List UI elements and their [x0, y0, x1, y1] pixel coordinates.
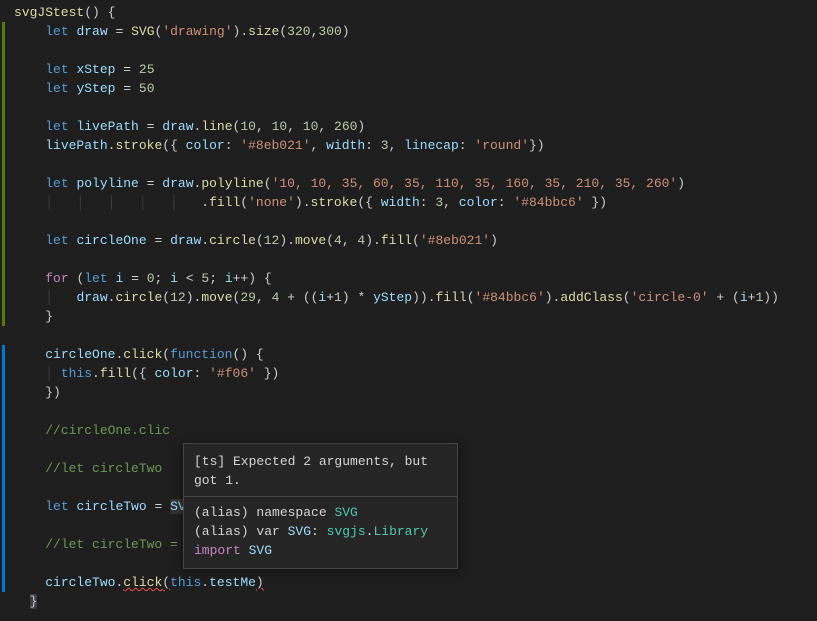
closing-brace: } [30, 594, 38, 609]
hover-tooltip: [ts] Expected 2 arguments, but got 1. (a… [183, 443, 458, 569]
function-name: svgJStest [14, 5, 84, 20]
